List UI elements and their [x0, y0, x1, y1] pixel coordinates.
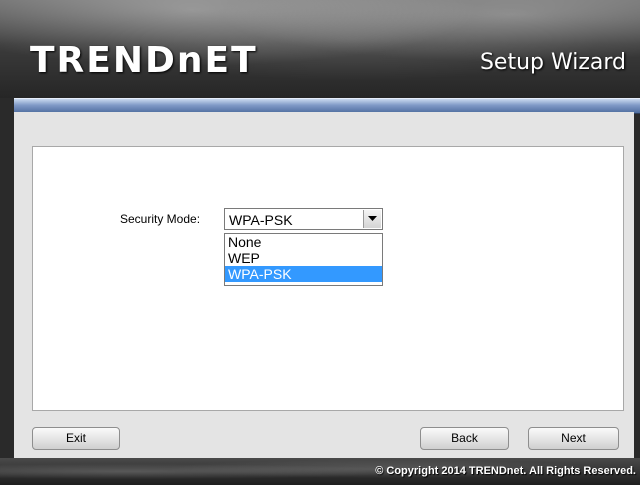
option-none[interactable]: None: [225, 234, 382, 250]
header-banner: TRENDnET Setup Wizard: [0, 0, 640, 98]
next-button[interactable]: Next: [528, 427, 619, 450]
footer-banner: © Copyright 2014 TRENDnet. All Rights Re…: [0, 458, 640, 485]
copyright-text: © Copyright 2014 TRENDnet. All Rights Re…: [375, 465, 636, 477]
option-wep[interactable]: WEP: [225, 250, 382, 266]
security-mode-select[interactable]: WPA-PSK: [224, 208, 383, 230]
back-button[interactable]: Back: [420, 427, 509, 450]
chevron-down-icon[interactable]: [363, 210, 381, 228]
page-title: Setup Wizard: [479, 50, 626, 75]
trendnet-logo: TRENDnET: [30, 40, 258, 81]
security-mode-label: Security Mode:: [120, 212, 201, 226]
security-mode-dropdown-list: None WEP WPA-PSK: [224, 233, 383, 286]
security-mode-value: WPA-PSK: [229, 212, 293, 228]
exit-button[interactable]: Exit: [32, 427, 120, 450]
option-wpa-psk[interactable]: WPA-PSK: [225, 266, 382, 282]
